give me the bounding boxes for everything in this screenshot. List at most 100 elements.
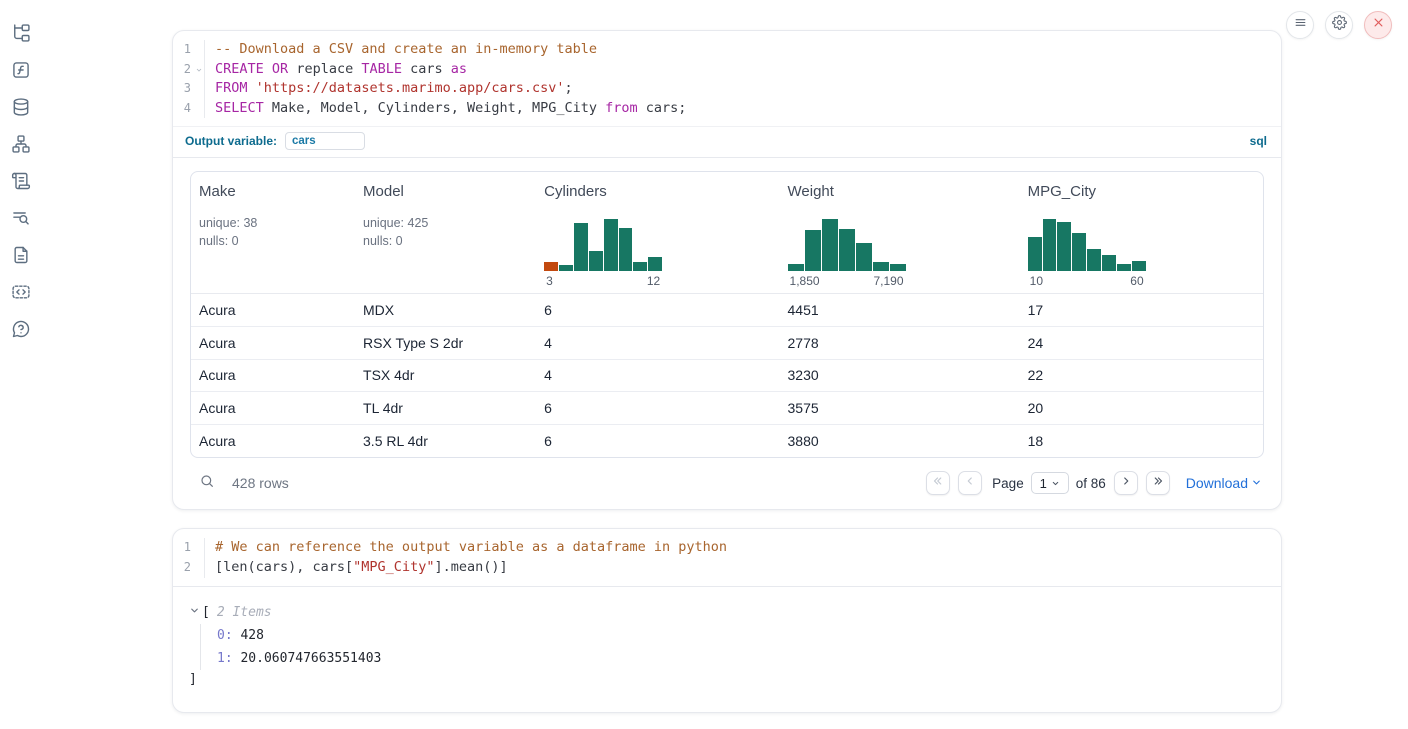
code-token xyxy=(264,61,272,77)
table-cell: 6 xyxy=(536,433,779,449)
table-cell: 3575 xyxy=(780,400,1020,416)
notebook: 1-- Download a CSV and create an in-memo… xyxy=(172,0,1282,713)
chevron-down-icon xyxy=(189,602,200,624)
histogram-bar xyxy=(822,219,838,271)
code-token: ].mean()] xyxy=(434,559,507,575)
header-cell-cylinders[interactable]: Cylinders 312 xyxy=(536,172,779,293)
chevrons-right-icon xyxy=(1152,474,1164,492)
pagination: Page 1 of 86 xyxy=(918,471,1262,495)
table-cell: 3880 xyxy=(780,433,1020,449)
sql-cell: 1-- Download a CSV and create an in-memo… xyxy=(172,30,1282,510)
column-title: Model xyxy=(363,183,532,200)
gear-icon xyxy=(1332,15,1347,35)
sidebar-variables-button[interactable] xyxy=(11,60,31,80)
sidebar-datasources-button[interactable] xyxy=(11,97,31,117)
database-icon xyxy=(11,97,31,117)
network-icon xyxy=(11,134,31,154)
output-variable-bar: Output variable: sql xyxy=(173,126,1281,158)
table-cell: 6 xyxy=(536,302,779,318)
search-button[interactable] xyxy=(196,472,218,494)
table-row: AcuraRSX Type S 2dr4277824 xyxy=(191,327,1263,360)
python-editor[interactable]: 1# We can reference the output variable … xyxy=(173,529,1281,586)
previous-page-button[interactable] xyxy=(958,471,982,495)
collapse-toggle[interactable] xyxy=(189,602,200,624)
code-token: replace xyxy=(288,61,361,77)
histogram-bar xyxy=(544,262,558,271)
code-token: TABLE xyxy=(361,61,402,77)
output-variable-input[interactable] xyxy=(285,132,365,150)
histogram-bar xyxy=(633,262,647,271)
last-page-button[interactable] xyxy=(1146,471,1170,495)
code-line[interactable]: 2CREATE OR replace TABLE cars as xyxy=(173,60,1281,80)
table-header-row: Makeunique: 38nulls: 0Modelunique: 425nu… xyxy=(191,172,1263,294)
column-title: MPG_City xyxy=(1028,183,1259,200)
histogram-bar xyxy=(1132,261,1146,271)
histogram-bar xyxy=(805,230,821,271)
table-cell: Acura xyxy=(191,302,355,318)
list-output-header: [ 2 Items xyxy=(189,602,1263,624)
download-button[interactable]: Download xyxy=(1186,475,1262,491)
histogram-bar xyxy=(873,262,889,271)
menu-button[interactable] xyxy=(1286,11,1314,39)
code-line[interactable]: 3FROM 'https://datasets.marimo.app/cars.… xyxy=(173,79,1281,99)
settings-button[interactable] xyxy=(1325,11,1353,39)
code-token: 'https://datasets.marimo.app/cars.csv' xyxy=(256,80,565,96)
close-bracket: ] xyxy=(189,670,1263,690)
sidebar-help-button[interactable] xyxy=(11,319,31,339)
histogram-bar xyxy=(1043,219,1057,271)
table-cell: 24 xyxy=(1020,335,1263,351)
table-cell: 4 xyxy=(536,367,779,383)
page-label: Page xyxy=(992,476,1024,491)
histogram-bar xyxy=(839,229,855,271)
histogram-bar xyxy=(559,265,573,271)
data-table: Makeunique: 38nulls: 0Modelunique: 425nu… xyxy=(190,171,1264,458)
function-square-icon xyxy=(11,60,31,80)
histogram-bar xyxy=(1072,233,1086,271)
table-cell: 20 xyxy=(1020,400,1263,416)
table-row: Acura3.5 RL 4dr6388018 xyxy=(191,425,1263,458)
sidebar-logs-button[interactable] xyxy=(11,208,31,228)
header-cell-model[interactable]: Modelunique: 425nulls: 0 xyxy=(355,172,536,293)
column-histogram: 312 xyxy=(544,219,662,288)
table-cell: 4 xyxy=(536,335,779,351)
first-page-button[interactable] xyxy=(926,471,950,495)
table-cell: Acura xyxy=(191,335,355,351)
line-number: 2 xyxy=(173,60,205,80)
histogram-bar xyxy=(788,264,804,271)
code-line[interactable]: 2[len(cars), cars["MPG_City"].mean()] xyxy=(173,558,1281,578)
column-stats: unique: 38nulls: 0 xyxy=(199,215,351,250)
header-cell-make[interactable]: Makeunique: 38nulls: 0 xyxy=(191,172,355,293)
code-line[interactable]: 1# We can reference the output variable … xyxy=(173,538,1281,558)
code-line[interactable]: 4SELECT Make, Model, Cylinders, Weight, … xyxy=(173,99,1281,119)
language-badge[interactable]: sql xyxy=(1250,134,1267,148)
column-title: Cylinders xyxy=(544,183,775,200)
next-page-button[interactable] xyxy=(1114,471,1138,495)
column-histogram: 1,8507,190 xyxy=(788,219,906,288)
table-cell: Acura xyxy=(191,433,355,449)
sidebar-snippets-button[interactable] xyxy=(11,282,31,302)
list-item: 1: 20.060747663551403 xyxy=(217,647,1263,670)
code-token: Make, Model, Cylinders, Weight, MPG_City xyxy=(264,100,605,116)
sidebar-scratchpad-button[interactable] xyxy=(11,171,31,191)
menu-icon xyxy=(1293,15,1308,35)
close-icon xyxy=(1371,15,1386,35)
sidebar-documentation-button[interactable] xyxy=(11,245,31,265)
header-cell-mpg_city[interactable]: MPG_City 1060 xyxy=(1020,172,1263,293)
column-histogram: 1060 xyxy=(1028,219,1146,288)
sidebar-dependency-graph-button[interactable] xyxy=(11,134,31,154)
code-line[interactable]: 1-- Download a CSV and create an in-memo… xyxy=(173,40,1281,60)
sql-editor[interactable]: 1-- Download a CSV and create an in-memo… xyxy=(173,31,1281,126)
fold-chevron-icon[interactable] xyxy=(195,66,203,74)
table-cell: TSX 4dr xyxy=(355,367,536,383)
histogram-min-label: 3 xyxy=(546,274,553,288)
table-cell: 17 xyxy=(1020,302,1263,318)
sidebar-file-explorer-button[interactable] xyxy=(11,23,31,43)
histogram-bar xyxy=(1028,237,1042,271)
shutdown-button[interactable] xyxy=(1364,11,1392,39)
page-select[interactable]: 1 xyxy=(1031,472,1069,494)
line-number: 1 xyxy=(173,40,205,60)
header-cell-weight[interactable]: Weight1,8507,190 xyxy=(780,172,1020,293)
topbar xyxy=(1286,11,1392,39)
chevron-left-icon xyxy=(964,474,976,492)
table-row: AcuraMDX6445117 xyxy=(191,294,1263,327)
